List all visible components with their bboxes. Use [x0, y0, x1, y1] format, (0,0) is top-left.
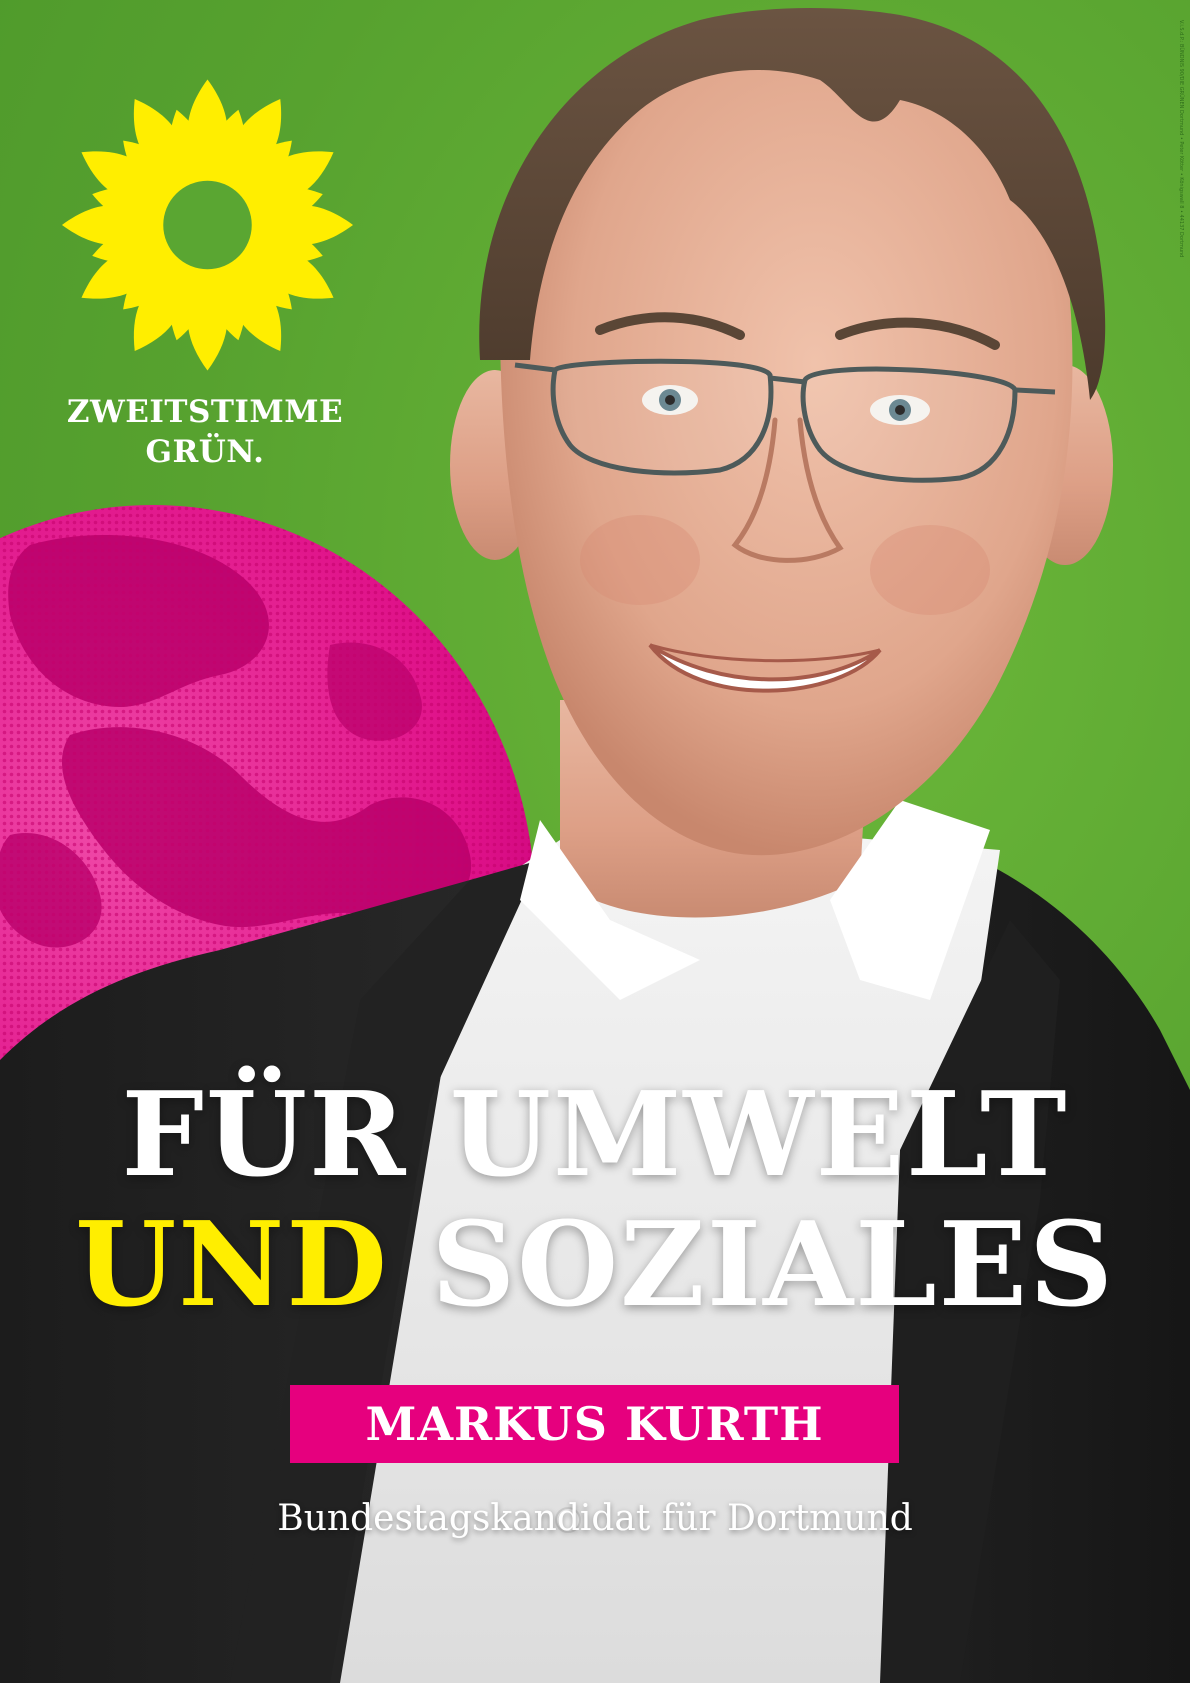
headline-accent-word: UND [75, 1197, 389, 1333]
slogan-line-1: ZWEITSTIMME [66, 394, 344, 430]
legal-notice: V.i.S.d.P.: BÜNDNIS 90/DIE GRÜNEN Dortmu… [1178, 20, 1188, 260]
headline-rest-word: SOZIALES [431, 1197, 1115, 1333]
candidate-name-banner: MARKUS KURTH [290, 1385, 899, 1463]
headline-line-1: FÜR UMWELT [121, 1067, 1069, 1203]
election-poster: ZWEITSTIMME GRÜN. V.i.S.d.P.: BÜNDNIS 90… [0, 0, 1190, 1683]
sunflower-icon [60, 75, 355, 375]
slogan: ZWEITSTIMME GRÜN. [40, 392, 370, 472]
candidate-name: MARKUS KURTH [365, 1397, 824, 1451]
legal-notice-text: V.i.S.d.P.: BÜNDNIS 90/DIE GRÜNEN Dortmu… [1178, 20, 1184, 258]
candidate-subtitle: Bundestagskandidat für Dortmund [277, 1498, 913, 1539]
headline-line-2: UND SOZIALES [0, 1205, 1190, 1325]
slogan-line-2: GRÜN. [145, 434, 265, 470]
